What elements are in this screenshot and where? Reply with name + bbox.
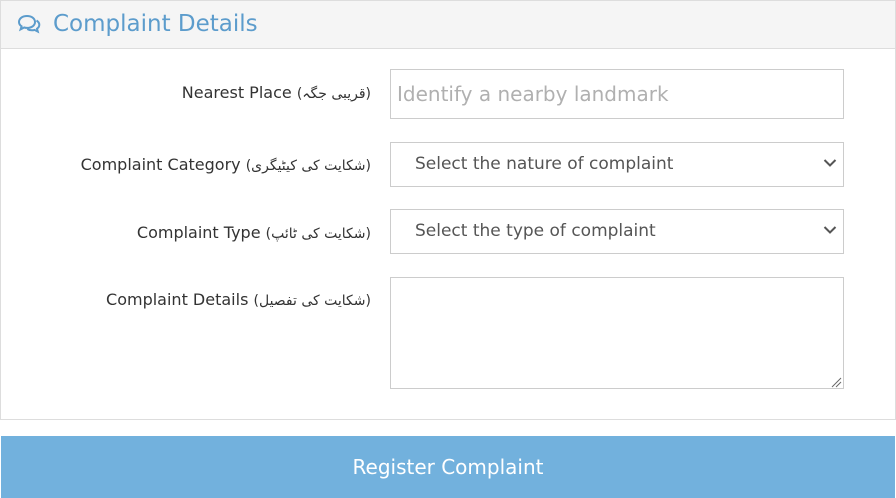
complaint-category-selected: Select the nature of complaint (415, 154, 674, 174)
chevron-down-icon (823, 159, 837, 167)
complaint-details-panel: Complaint Details Nearest Place (قریبی ج… (0, 0, 896, 420)
complaint-details-label: Complaint Details (شکایت کی تفصیل) (106, 290, 371, 311)
panel-heading: Complaint Details (1, 1, 895, 49)
complaint-details-textarea[interactable] (390, 277, 844, 389)
register-complaint-button[interactable]: Register Complaint (1, 436, 895, 498)
complaint-type-select[interactable]: Select the type of complaint (390, 209, 844, 254)
panel-title: Complaint Details (53, 11, 258, 37)
complaint-type-label-en: Complaint Type (136, 223, 261, 242)
nearest-place-label: Nearest Place (قریبی جگہ) (182, 83, 371, 104)
nearest-place-label-en: Nearest Place (181, 83, 292, 102)
resize-handle-icon[interactable] (830, 376, 842, 388)
complaint-type-label: Complaint Type (شکایت کی ٹائپ) (137, 223, 371, 244)
nearest-place-label-ur: (قریبی جگہ) (296, 86, 371, 102)
complaint-category-label: Complaint Category (شکایت کی کیٹیگری) (81, 155, 371, 176)
complaint-type-selected: Select the type of complaint (415, 221, 656, 241)
nearest-place-input[interactable] (390, 69, 844, 119)
complaint-category-select[interactable]: Select the nature of complaint (390, 142, 844, 187)
complaint-type-label-ur: (شکایت کی ٹائپ) (265, 226, 371, 242)
chevron-down-icon (823, 226, 837, 234)
complaint-details-label-ur: (شکایت کی تفصیل) (253, 293, 372, 309)
complaint-details-label-en: Complaint Details (106, 290, 249, 309)
comments-icon (17, 14, 41, 34)
complaint-category-label-en: Complaint Category (80, 155, 241, 174)
complaint-category-label-ur: (شکایت کی کیٹیگری) (245, 158, 371, 174)
